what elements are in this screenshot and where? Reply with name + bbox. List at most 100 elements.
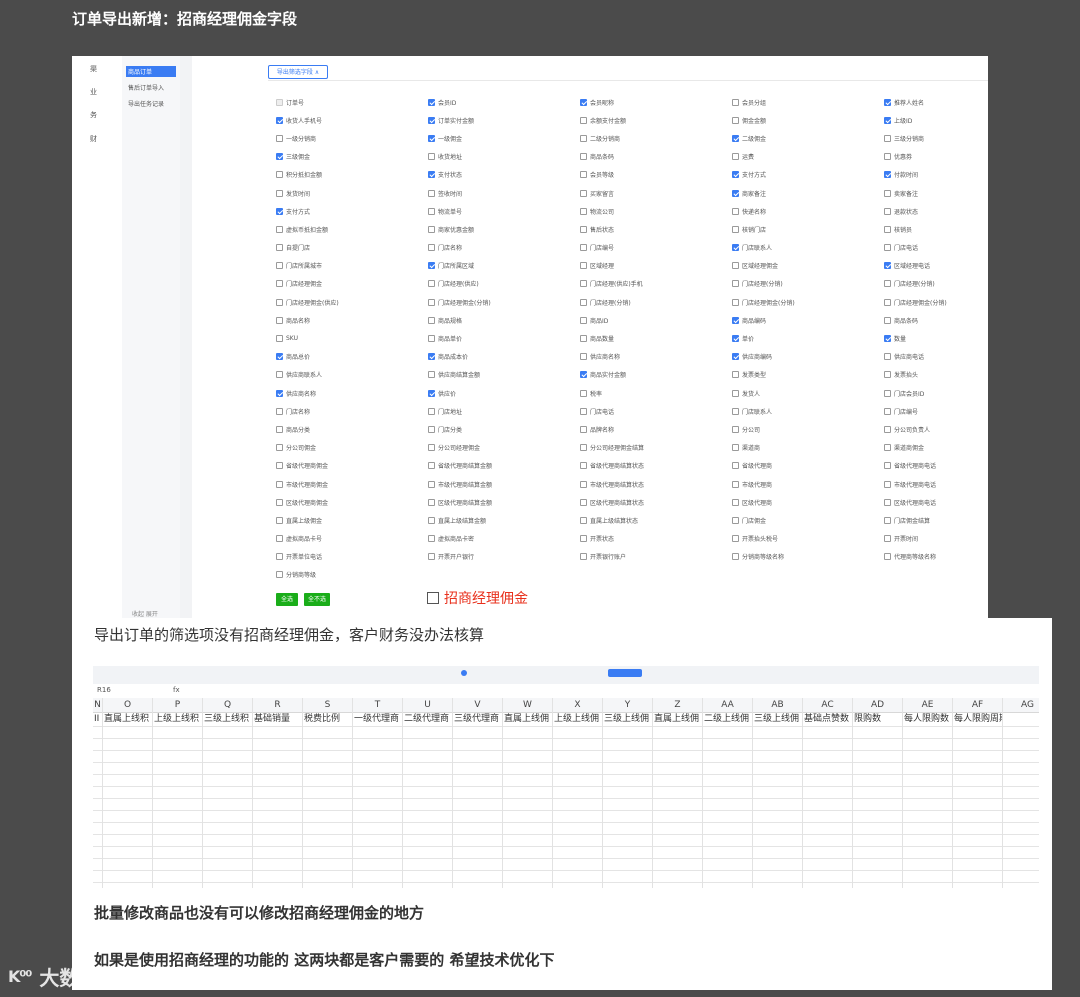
- export-field-checkbox[interactable]: 门店联系人: [732, 402, 884, 420]
- export-field-checkbox[interactable]: 门店名称: [428, 239, 580, 257]
- checkbox-unchecked-icon[interactable]: [580, 335, 587, 343]
- header-cell[interactable]: 每人限购数: [903, 712, 953, 726]
- export-field-checkbox[interactable]: 门店名称: [276, 402, 428, 420]
- export-field-checkbox[interactable]: 渠道商佣金: [884, 439, 988, 457]
- checkbox-unchecked-icon[interactable]: [276, 462, 283, 470]
- checkbox-unchecked-icon[interactable]: [428, 553, 435, 561]
- checkbox-unchecked-icon[interactable]: [884, 244, 891, 252]
- checkbox-checked-icon[interactable]: [428, 98, 435, 106]
- export-field-checkbox[interactable]: 供应价: [428, 384, 580, 402]
- checkbox-checked-icon[interactable]: [428, 134, 435, 142]
- export-field-checkbox[interactable]: 市级代理商结算金额: [428, 475, 580, 493]
- checkbox-unchecked-icon[interactable]: [884, 407, 891, 415]
- checkbox-unchecked-icon[interactable]: [580, 353, 587, 361]
- header-cell[interactable]: [1003, 712, 1039, 726]
- checkbox-unchecked-icon[interactable]: [884, 498, 891, 506]
- checkbox-unchecked-icon[interactable]: [276, 225, 283, 233]
- checkbox-unchecked-icon[interactable]: [580, 171, 587, 179]
- export-field-checkbox[interactable]: 收货地址: [428, 148, 580, 166]
- export-field-checkbox[interactable]: 优惠券: [884, 148, 988, 166]
- checkbox-checked-icon[interactable]: [276, 116, 283, 124]
- column-header[interactable]: V: [453, 698, 503, 712]
- export-field-checkbox[interactable]: 税率: [580, 384, 732, 402]
- column-header[interactable]: Z: [653, 698, 703, 712]
- checkbox-checked-icon[interactable]: [884, 262, 891, 270]
- checkbox-unchecked-icon[interactable]: [732, 371, 739, 379]
- export-field-checkbox[interactable]: 供应商编码: [732, 348, 884, 366]
- export-field-checkbox[interactable]: 分公司: [732, 420, 884, 438]
- export-field-checkbox[interactable]: 签收时间: [428, 184, 580, 202]
- export-field-checkbox[interactable]: 供应商名称: [580, 348, 732, 366]
- export-field-checkbox[interactable]: 直属上级结算金额: [428, 511, 580, 529]
- checkbox-unchecked-icon[interactable]: [580, 425, 587, 433]
- column-header[interactable]: T: [353, 698, 403, 712]
- export-field-checkbox[interactable]: 发货人: [732, 384, 884, 402]
- export-field-checkbox[interactable]: 门店电话: [884, 239, 988, 257]
- checkbox-unchecked-icon[interactable]: [276, 553, 283, 561]
- checkbox-unchecked-icon[interactable]: [580, 444, 587, 452]
- checkbox-unchecked-icon[interactable]: [884, 207, 891, 215]
- checkbox-unchecked-icon[interactable]: [428, 444, 435, 452]
- column-header[interactable]: U: [403, 698, 453, 712]
- checkbox-unchecked-icon[interactable]: [580, 280, 587, 288]
- export-field-checkbox[interactable]: 门店所属区域: [428, 257, 580, 275]
- header-cell[interactable]: 税费比例: [303, 712, 353, 726]
- export-field-checkbox[interactable]: 分公司经理佣金: [428, 439, 580, 457]
- select-none-button[interactable]: 全不选: [304, 593, 330, 606]
- checkbox-checked-icon[interactable]: [276, 207, 283, 215]
- checkbox-unchecked-icon[interactable]: [732, 535, 739, 543]
- checkbox-unchecked-icon[interactable]: [884, 516, 891, 524]
- left-nav-item[interactable]: 财: [90, 134, 97, 144]
- checkbox-unchecked-icon[interactable]: [276, 425, 283, 433]
- checkbox-unchecked-icon[interactable]: [732, 298, 739, 306]
- export-field-checkbox[interactable]: 退款状态: [884, 202, 988, 220]
- left-nav-item[interactable]: 业: [90, 87, 97, 97]
- checkbox-unchecked-icon[interactable]: [276, 498, 283, 506]
- export-field-checkbox[interactable]: 商品数量: [580, 329, 732, 347]
- export-field-checkbox[interactable]: 自提门店: [276, 239, 428, 257]
- checkbox-unchecked-icon[interactable]: [580, 134, 587, 142]
- checkbox-unchecked-icon[interactable]: [884, 280, 891, 288]
- header-cell[interactable]: 二级代理商: [403, 712, 453, 726]
- checkbox-unchecked-icon[interactable]: [884, 353, 891, 361]
- checkbox-unchecked-icon[interactable]: [580, 116, 587, 124]
- export-field-checkbox[interactable]: 三级分销商: [884, 129, 988, 147]
- export-field-checkbox[interactable]: 卖家备注: [884, 184, 988, 202]
- checkbox-unchecked-icon[interactable]: [580, 244, 587, 252]
- checkbox-unchecked-icon[interactable]: [732, 280, 739, 288]
- checkbox-checked-icon[interactable]: [884, 98, 891, 106]
- export-field-checkbox[interactable]: 门店经理佣金(分销): [884, 293, 988, 311]
- export-field-checkbox[interactable]: 买家留言: [580, 184, 732, 202]
- checkbox-checked-icon[interactable]: [580, 98, 587, 106]
- sub-nav-item-aftersale[interactable]: 售后订单导入: [126, 82, 176, 93]
- checkbox-unchecked-icon[interactable]: [428, 189, 435, 197]
- checkbox-unchecked-icon[interactable]: [276, 535, 283, 543]
- export-field-checkbox[interactable]: 订单实付金额: [428, 111, 580, 129]
- export-field-checkbox[interactable]: 供应商电话: [884, 348, 988, 366]
- export-field-checkbox[interactable]: 门店经理佣金: [276, 275, 428, 293]
- column-header[interactable]: S: [303, 698, 353, 712]
- column-header[interactable]: W: [503, 698, 553, 712]
- checkbox-unchecked-icon[interactable]: [428, 480, 435, 488]
- export-field-checkbox[interactable]: 商品条码: [580, 148, 732, 166]
- column-header[interactable]: AC: [803, 698, 853, 712]
- checkbox-checked-icon[interactable]: [732, 244, 739, 252]
- checkbox-unchecked-icon[interactable]: [884, 316, 891, 324]
- export-field-checkbox[interactable]: 商品分类: [276, 420, 428, 438]
- checkbox-unchecked-icon[interactable]: [276, 98, 283, 106]
- checkbox-checked-icon[interactable]: [428, 389, 435, 397]
- export-field-checkbox[interactable]: 市级代理商佣金: [276, 475, 428, 493]
- export-field-checkbox[interactable]: 开票时间: [884, 530, 988, 548]
- header-cell[interactable]: 限购数: [853, 712, 903, 726]
- checkbox-unchecked-icon[interactable]: [732, 480, 739, 488]
- export-field-checkbox[interactable]: 区域经理电话: [884, 257, 988, 275]
- export-field-checkbox[interactable]: 开票银行账户: [580, 548, 732, 566]
- checkbox-unchecked-icon[interactable]: [428, 407, 435, 415]
- export-field-checkbox[interactable]: 余额支付金额: [580, 111, 732, 129]
- export-field-checkbox[interactable]: 商品单价: [428, 329, 580, 347]
- cell-reference[interactable]: R16: [97, 686, 111, 694]
- column-header[interactable]: X: [553, 698, 603, 712]
- export-field-checkbox[interactable]: 三级佣金: [276, 148, 428, 166]
- column-header[interactable]: AF: [953, 698, 1003, 712]
- checkbox-unchecked-icon[interactable]: [580, 262, 587, 270]
